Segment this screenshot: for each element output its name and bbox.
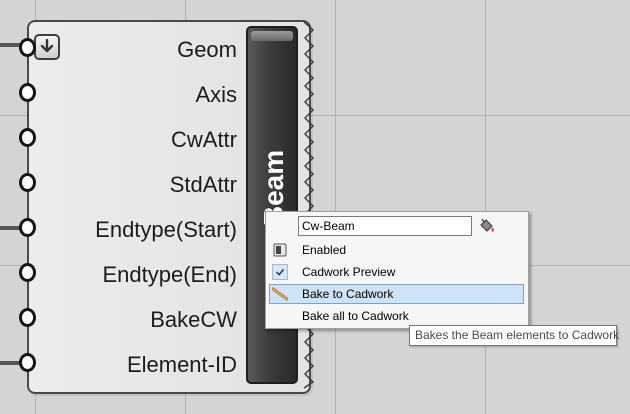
grasshopper-canvas[interactable]: Geom Axis CwAttr StdAttr Endtype(Start) …	[0, 0, 630, 414]
input-label-geom: Geom	[177, 37, 237, 62]
panel-cap	[251, 31, 293, 41]
down-arrow-icon	[40, 39, 54, 53]
beam-component[interactable]: Geom Axis CwAttr StdAttr Endtype(Start) …	[27, 20, 311, 394]
input-wire	[0, 226, 20, 230]
input-grip-bakecw[interactable]	[19, 308, 36, 327]
input-wire	[0, 361, 20, 365]
menu-item-label: Cadwork Preview	[302, 265, 396, 279]
paint-bucket-icon[interactable]	[478, 217, 496, 235]
input-label-endtype-start: Endtype(Start)	[95, 217, 237, 242]
input-grip-cwattr[interactable]	[19, 128, 36, 147]
menu-item-label: Bake to Cadwork	[302, 287, 394, 301]
menu-item-label: Enabled	[302, 243, 347, 257]
tooltip: Bakes the Beam elements to Cadwork	[409, 325, 619, 346]
pencil-icon	[272, 287, 288, 301]
input-label-axis: Axis	[195, 82, 237, 107]
output-edge	[303, 21, 315, 389]
input-grip-geom[interactable]	[19, 38, 36, 57]
menu-item-enabled[interactable]: Enabled	[269, 240, 524, 260]
input-wire	[0, 43, 20, 47]
enabled-icon	[273, 243, 287, 257]
menu-item-bake-to-cadwork[interactable]: Bake to Cadwork	[269, 284, 524, 304]
menu-item-cadwork-preview[interactable]: Cadwork Preview	[269, 262, 524, 282]
input-label-stdattr: StdAttr	[169, 172, 237, 197]
input-grip-endtype-end[interactable]	[19, 263, 36, 282]
menu-item-label: Bake all to Cadwork	[302, 309, 409, 323]
input-label-cwattr: CwAttr	[171, 127, 237, 152]
input-label-element-id: Element-ID	[126, 352, 237, 377]
input-grip-endtype-start[interactable]	[19, 218, 36, 237]
checkmark-icon	[272, 264, 288, 280]
component-name-input[interactable]: Cw-Beam	[298, 216, 472, 236]
input-label-endtype-end: Endtype(End)	[102, 262, 237, 287]
component-name-panel[interactable]: Beam	[246, 26, 298, 384]
context-menu: Cw-Beam Enabled Cadwork Preview Bake to …	[265, 211, 529, 329]
input-label-bakecw: BakeCW	[150, 307, 237, 332]
bake-toggle-button[interactable]	[34, 34, 60, 60]
menu-item-bake-all-to-cadwork[interactable]: Bake all to Cadwork	[269, 306, 524, 326]
input-grip-element-id[interactable]	[19, 353, 36, 372]
input-grip-stdattr[interactable]	[19, 173, 36, 192]
input-grip-axis[interactable]	[19, 83, 36, 102]
